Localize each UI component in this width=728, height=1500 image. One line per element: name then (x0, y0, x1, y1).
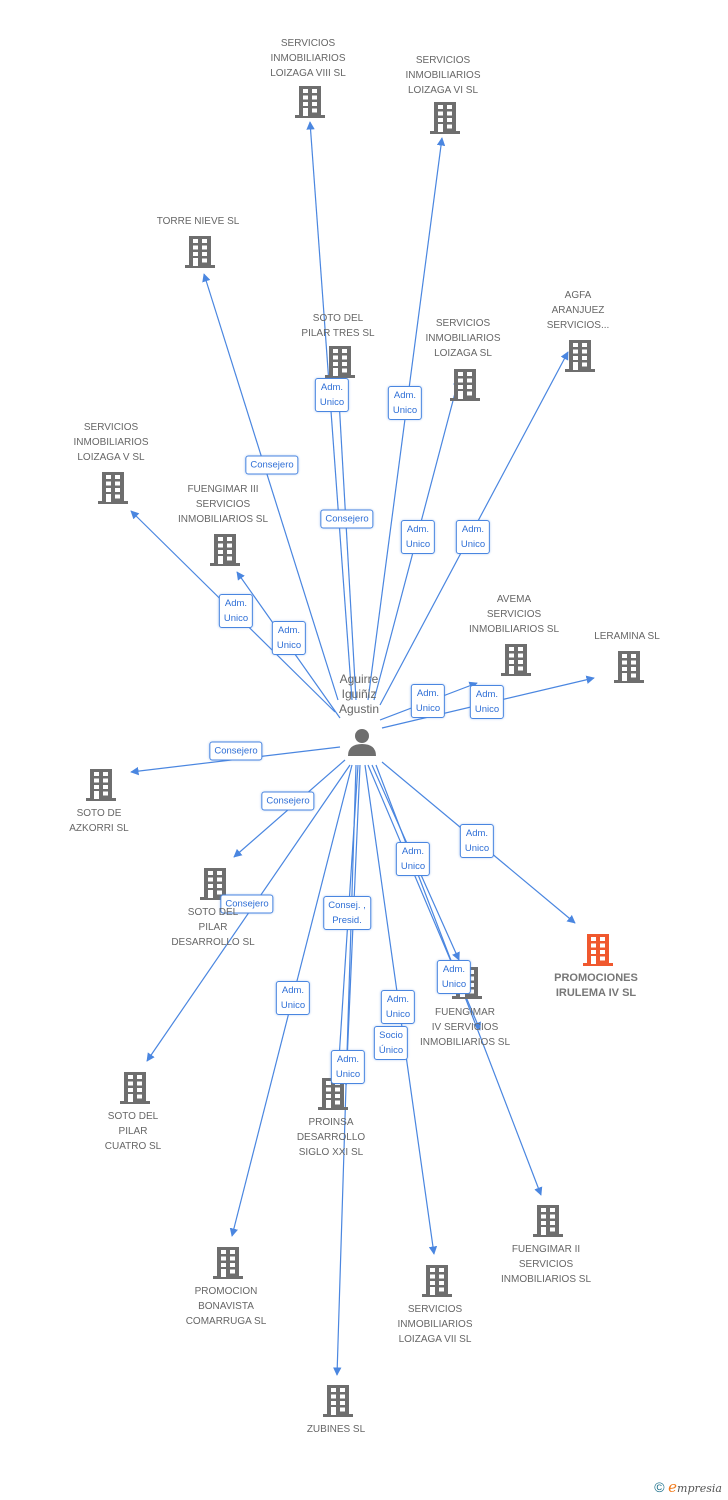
copyright-symbol: © (654, 1479, 665, 1495)
company-name[interactable]: FUENGIMAR II SERVICIOS INMOBILIARIOS SL (486, 1242, 606, 1287)
company-name[interactable]: LERAMINA SL (567, 629, 687, 644)
highlighted-company-icon[interactable] (583, 934, 613, 966)
company-building-icon[interactable] (323, 1385, 353, 1417)
company-building-icon[interactable] (533, 1205, 563, 1237)
edge-role-label[interactable]: Consej. , Presid. (323, 896, 371, 930)
edge-role-label[interactable]: Adm. Unico (455, 520, 491, 554)
edge-role-label[interactable]: Socio Único (373, 1026, 409, 1060)
company-name[interactable]: PROINSA DESARROLLO SIGLO XXI SL (271, 1115, 391, 1160)
company-building-icon[interactable] (86, 769, 116, 801)
company-name[interactable]: AVEMA SERVICIOS INMOBILIARIOS SL (454, 592, 574, 637)
company-name[interactable]: PROMOCION BONAVISTA COMARRUGA SL (166, 1284, 286, 1329)
company-building-icon[interactable] (295, 86, 325, 118)
company-building-icon[interactable] (422, 1265, 452, 1297)
person-icon[interactable] (348, 729, 376, 756)
edge-role-label[interactable]: Adm. Unico (400, 520, 436, 554)
company-name[interactable]: PROMOCIONES IRULEMA IV SL (536, 971, 656, 1001)
company-name[interactable]: SERVICIOS INMOBILIARIOS LOIZAGA SL (403, 316, 523, 361)
company-building-icon[interactable] (614, 651, 644, 683)
company-building-icon[interactable] (565, 340, 595, 372)
edge-role-label[interactable]: Adm. Unico (387, 386, 423, 420)
edge-role-label[interactable]: Adm. Unico (436, 960, 472, 994)
company-name[interactable]: SERVICIOS INMOBILIARIOS LOIZAGA VIII SL (248, 36, 368, 81)
edge-role-label[interactable]: Consejero (245, 455, 299, 475)
edge-role-label[interactable]: Adm. Unico (314, 378, 350, 412)
edge-role-label[interactable]: Adm. Unico (469, 685, 505, 719)
company-building-icon[interactable] (430, 102, 460, 134)
company-building-icon[interactable] (450, 369, 480, 401)
company-name[interactable]: SOTO DE AZKORRI SL (39, 806, 159, 836)
company-building-icon[interactable] (98, 472, 128, 504)
empresia-logo: © empresia (654, 1478, 722, 1496)
company-name[interactable]: SERVICIOS INMOBILIARIOS LOIZAGA V SL (51, 420, 171, 465)
edge-role-label[interactable]: Adm. Unico (410, 684, 446, 718)
company-name[interactable]: SOTO DEL PILAR TRES SL (278, 311, 398, 341)
edge-role-label[interactable]: Adm. Unico (218, 594, 254, 628)
company-name[interactable]: AGFA ARANJUEZ SERVICIOS... (518, 288, 638, 333)
company-building-icon[interactable] (501, 644, 531, 676)
company-building-icon[interactable] (120, 1072, 150, 1104)
company-name[interactable]: TORRE NIEVE SL (138, 214, 258, 229)
edge-role-label[interactable]: Consejero (320, 509, 374, 529)
company-name[interactable]: SERVICIOS INMOBILIARIOS LOIZAGA VI SL (383, 53, 503, 98)
company-name[interactable]: SOTO DEL PILAR DESARROLLO SL (153, 905, 273, 950)
center-person-name[interactable]: Aguirre Iguiñiz Agustin (319, 672, 399, 717)
edge-role-label[interactable]: Consejero (261, 791, 315, 811)
company-building-icon[interactable] (210, 534, 240, 566)
network-graph (86, 86, 644, 1417)
edge-role-label[interactable]: Adm. Unico (275, 981, 311, 1015)
edge-role-label[interactable]: Adm. Unico (459, 824, 495, 858)
edge-role-label[interactable]: Adm. Unico (271, 621, 307, 655)
company-name[interactable]: SERVICIOS INMOBILIARIOS LOIZAGA VII SL (375, 1302, 495, 1347)
edge-role-label[interactable]: Adm. Unico (330, 1050, 366, 1084)
edge-role-label[interactable]: Consejero (209, 741, 263, 761)
company-name[interactable]: ZUBINES SL (276, 1422, 396, 1437)
edge-role-label[interactable]: Adm. Unico (395, 842, 431, 876)
company-name[interactable]: FUENGIMAR III SERVICIOS INMOBILIARIOS SL (163, 482, 283, 527)
company-building-icon[interactable] (325, 346, 355, 378)
company-name[interactable]: FUENGIMAR IV SERVICIOS INMOBILIARIOS SL (405, 1005, 525, 1050)
company-building-icon[interactable] (185, 236, 215, 268)
company-name[interactable]: SOTO DEL PILAR CUATRO SL (73, 1109, 193, 1154)
company-building-icon[interactable] (213, 1247, 243, 1279)
